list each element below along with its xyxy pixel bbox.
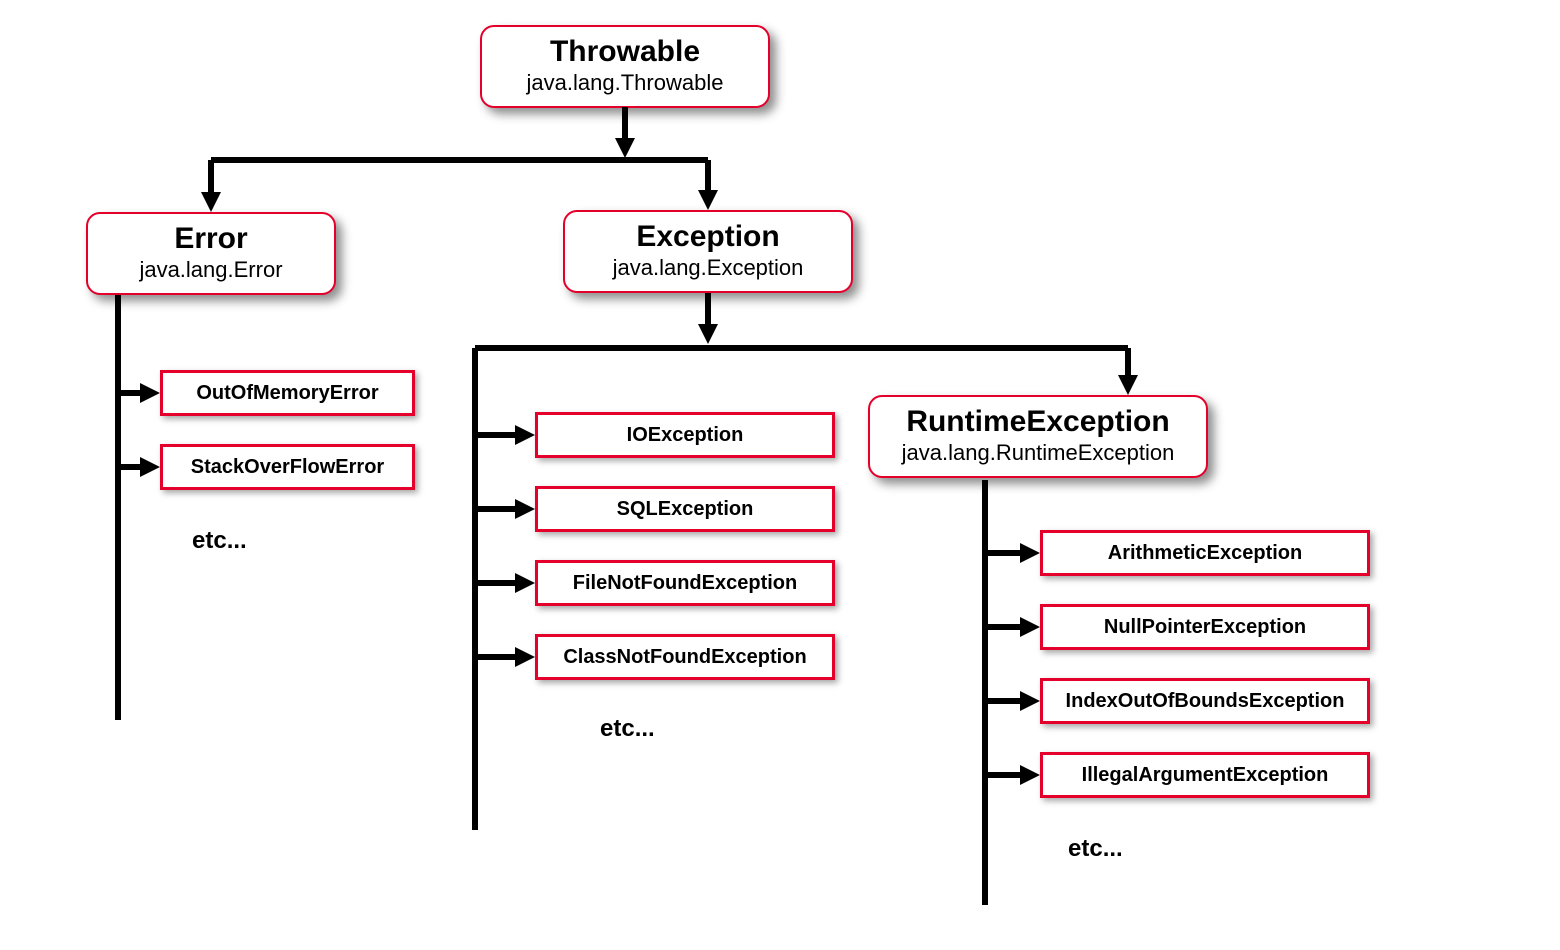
node-exception-package: java.lang.Exception — [571, 255, 845, 281]
leaf-label: OutOfMemoryError — [196, 382, 378, 405]
leaf-index-out-of-bounds-exception: IndexOutOfBoundsException — [1040, 678, 1370, 724]
leaf-class-not-found-exception: ClassNotFoundException — [535, 634, 835, 680]
node-runtime-exception-package: java.lang.RuntimeException — [876, 440, 1200, 466]
leaf-io-exception: IOException — [535, 412, 835, 458]
diagram-canvas: Throwable java.lang.Throwable Error java… — [0, 0, 1560, 950]
node-runtime-exception: RuntimeException java.lang.RuntimeExcept… — [868, 395, 1208, 478]
node-runtime-exception-title: RuntimeException — [876, 405, 1200, 438]
leaf-label: IllegalArgumentException — [1082, 764, 1329, 787]
node-error-title: Error — [94, 222, 328, 255]
leaf-sql-exception: SQLException — [535, 486, 835, 532]
node-exception-title: Exception — [571, 220, 845, 253]
node-throwable: Throwable java.lang.Throwable — [480, 25, 770, 108]
node-error: Error java.lang.Error — [86, 212, 336, 295]
etc-error: etc... — [192, 527, 247, 555]
etc-runtime: etc... — [1068, 835, 1123, 863]
leaf-label: IOException — [627, 424, 744, 447]
leaf-label: ArithmeticException — [1108, 542, 1302, 565]
leaf-file-not-found-exception: FileNotFoundException — [535, 560, 835, 606]
node-exception: Exception java.lang.Exception — [563, 210, 853, 293]
leaf-arithmetic-exception: ArithmeticException — [1040, 530, 1370, 576]
leaf-null-pointer-exception: NullPointerException — [1040, 604, 1370, 650]
node-throwable-package: java.lang.Throwable — [488, 70, 762, 96]
leaf-label: StackOverFlowError — [191, 456, 384, 479]
leaf-illegal-argument-exception: IllegalArgumentException — [1040, 752, 1370, 798]
leaf-label: SQLException — [617, 498, 754, 521]
node-throwable-title: Throwable — [488, 35, 762, 68]
leaf-label: FileNotFoundException — [573, 572, 797, 595]
leaf-label: IndexOutOfBoundsException — [1066, 690, 1345, 713]
leaf-label: ClassNotFoundException — [563, 646, 806, 669]
etc-exception: etc... — [600, 715, 655, 743]
leaf-stack-overflow-error: StackOverFlowError — [160, 444, 415, 490]
node-error-package: java.lang.Error — [94, 257, 328, 283]
leaf-label: NullPointerException — [1104, 616, 1306, 639]
leaf-out-of-memory-error: OutOfMemoryError — [160, 370, 415, 416]
